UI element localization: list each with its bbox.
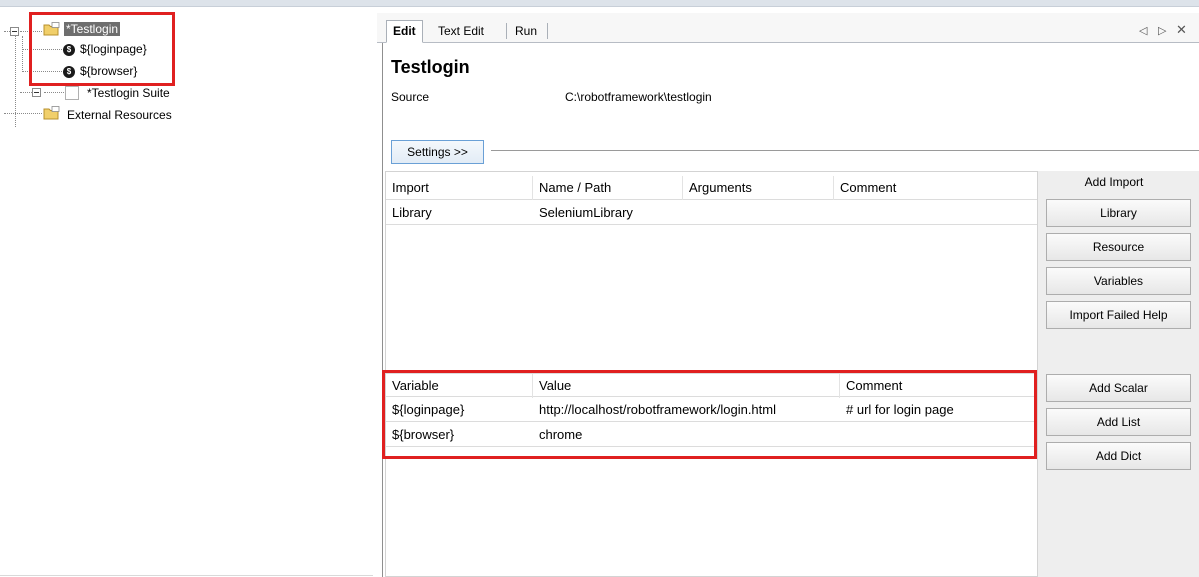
page-title: Testlogin [391, 57, 470, 77]
close-tab-icon[interactable]: ✕ [1176, 22, 1187, 38]
previous-tab-icon[interactable]: ◁ [1139, 24, 1147, 37]
tree-node-external-resources[interactable]: External Resources [67, 108, 172, 122]
settings-grid: Import Name / Path Arguments Comment Lib… [382, 171, 1038, 577]
tree-node-testlogin-suite[interactable]: *Testlogin Suite [87, 86, 170, 100]
tab-separator [547, 23, 548, 39]
import-comment-cell[interactable] [834, 201, 1037, 225]
collapse-toggle[interactable] [10, 27, 19, 36]
table-row[interactable]: Library SeleniumLibrary [386, 201, 1037, 225]
source-path: C:\robotframework\testlogin [565, 90, 712, 104]
highlight-box-variables [382, 370, 1037, 459]
tab-edit[interactable]: Edit [386, 20, 423, 43]
import-name-cell[interactable]: SeleniumLibrary [533, 201, 683, 225]
settings-divider [491, 150, 1199, 151]
highlight-box-tree [29, 12, 175, 86]
column-header-import: Import [386, 176, 533, 200]
import-failed-help-button[interactable]: Import Failed Help [1046, 301, 1191, 329]
editor-panel: Edit Text Edit Run ◁ ▷ ✕ Testlogin Sourc… [377, 13, 1199, 577]
project-tree: *Testlogin $ ${loginpage} $ ${browser} *… [0, 7, 373, 577]
suite-checkbox-icon[interactable] [65, 86, 79, 100]
tab-text-edit[interactable]: Text Edit [431, 20, 491, 43]
import-arguments-cell[interactable] [683, 201, 834, 225]
add-list-button[interactable]: Add List [1046, 408, 1191, 436]
import-type-cell[interactable]: Library [386, 201, 533, 225]
source-label: Source [391, 90, 430, 104]
add-scalar-button[interactable]: Add Scalar [1046, 374, 1191, 402]
tree-connector [22, 36, 23, 72]
external-resources-folder-icon [43, 106, 60, 120]
editor-body: Testlogin Source C:\robotframework\testl… [382, 43, 1199, 577]
next-tab-icon[interactable]: ▷ [1158, 24, 1166, 37]
add-dict-button[interactable]: Add Dict [1046, 442, 1191, 470]
tree-connector [4, 113, 42, 114]
action-button-column: Add Import Library Resource Variables Im… [1038, 171, 1199, 577]
column-header-comment: Comment [840, 180, 897, 195]
collapse-toggle[interactable] [32, 88, 41, 97]
tree-connector [44, 92, 64, 93]
add-import-title: Add Import [1084, 175, 1144, 189]
tree-connector [20, 92, 32, 93]
window-top-stripe [0, 0, 1199, 7]
add-resource-button[interactable]: Resource [1046, 233, 1191, 261]
tab-separator [506, 23, 507, 39]
tab-bar: Edit Text Edit Run ◁ ▷ ✕ [377, 13, 1199, 43]
tab-run[interactable]: Run [508, 20, 544, 43]
tree-bottom-border [0, 575, 373, 576]
add-variables-button[interactable]: Variables [1046, 267, 1191, 295]
import-table-header: Import Name / Path Arguments Comment [386, 176, 1037, 200]
column-header-name-path: Name / Path [533, 176, 683, 200]
settings-toggle-button[interactable]: Settings >> [391, 140, 484, 164]
column-header-arguments: Arguments [683, 176, 834, 200]
add-library-button[interactable]: Library [1046, 199, 1191, 227]
